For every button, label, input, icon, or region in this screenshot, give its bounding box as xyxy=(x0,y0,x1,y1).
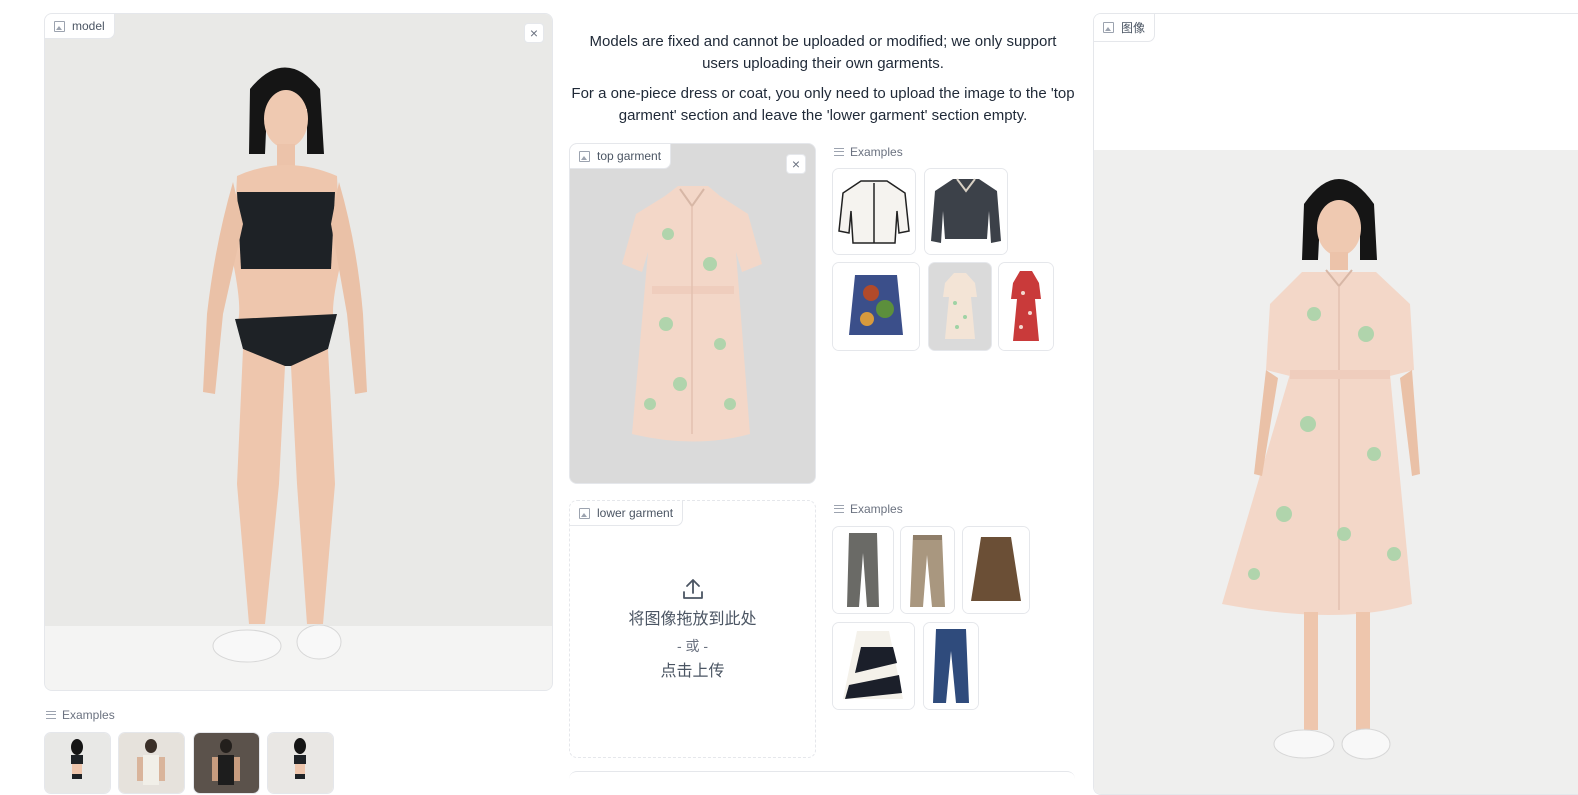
lower-example-striped-skirt[interactable] xyxy=(832,622,915,710)
lower-example-grey-trousers[interactable] xyxy=(832,526,894,614)
top-example-floral-dress[interactable] xyxy=(928,262,992,351)
lower-garment-label-text: lower garment xyxy=(597,506,674,520)
model-close-button[interactable]: × xyxy=(524,23,544,43)
top-example-grey-polo[interactable] xyxy=(924,168,1008,255)
top-examples-label: Examples xyxy=(834,145,903,159)
image-icon xyxy=(579,507,590,519)
close-icon: × xyxy=(791,156,801,172)
result-label-text: 图像 xyxy=(1121,21,1146,35)
model-example-4[interactable] xyxy=(267,732,334,794)
dropzone-or-text: - 或 - xyxy=(676,638,709,654)
lower-example-brown-skirt[interactable] xyxy=(962,526,1030,614)
top-example-print-vest[interactable] xyxy=(832,262,920,351)
top-garment-close-button[interactable]: × xyxy=(786,154,806,174)
model-examples-text: Examples xyxy=(62,708,115,722)
lower-example-blue-jeans[interactable] xyxy=(923,622,979,710)
list-icon xyxy=(834,148,844,156)
top-example-red-dress[interactable] xyxy=(998,262,1054,351)
lower-example-khaki-trousers[interactable] xyxy=(900,526,955,614)
model-example-3[interactable] xyxy=(193,732,260,794)
model-example-1[interactable] xyxy=(44,732,111,794)
close-icon: × xyxy=(529,25,539,41)
dropzone-drop-text: 将图像拖放到此处 xyxy=(628,611,757,628)
model-photo xyxy=(45,14,552,690)
lower-garment-dropzone[interactable]: 将图像拖放到此处 - 或 - 点击上传 xyxy=(570,577,815,685)
model-example-2[interactable] xyxy=(118,732,185,794)
list-icon xyxy=(46,711,56,719)
top-garment-label-text: top garment xyxy=(597,149,662,163)
model-panel[interactable]: model × xyxy=(44,13,553,691)
image-icon xyxy=(579,150,590,162)
result-panel[interactable]: 图像 xyxy=(1093,13,1578,795)
model-label-text: model xyxy=(72,19,105,33)
image-icon xyxy=(1103,22,1114,33)
lower-garment-label: lower garment xyxy=(570,501,684,526)
info-text-one-piece: For a one-piece dress or coat, you only … xyxy=(571,85,1075,124)
top-garment-panel[interactable]: top garment × xyxy=(569,143,816,484)
image-icon xyxy=(54,20,65,32)
list-icon xyxy=(834,505,844,513)
top-garment-label: top garment xyxy=(570,144,672,169)
top-garment-photo xyxy=(570,144,815,483)
lower-examples-text: Examples xyxy=(850,502,903,516)
top-example-white-cardigan[interactable] xyxy=(832,168,916,255)
dropzone-click-text: 点击上传 xyxy=(660,663,725,680)
result-photo xyxy=(1094,14,1578,794)
upload-icon xyxy=(682,579,703,599)
model-examples-label: Examples xyxy=(46,708,115,722)
top-examples-text: Examples xyxy=(850,145,903,159)
lower-garment-panel[interactable]: lower garment 将图像拖放到此处 - 或 - 点击上传 xyxy=(569,500,816,758)
model-label: model xyxy=(45,14,115,39)
lower-examples-label: Examples xyxy=(834,502,903,516)
info-text-fixed-models: Models are fixed and cannot be uploaded … xyxy=(589,33,1057,72)
result-label: 图像 xyxy=(1094,14,1156,42)
